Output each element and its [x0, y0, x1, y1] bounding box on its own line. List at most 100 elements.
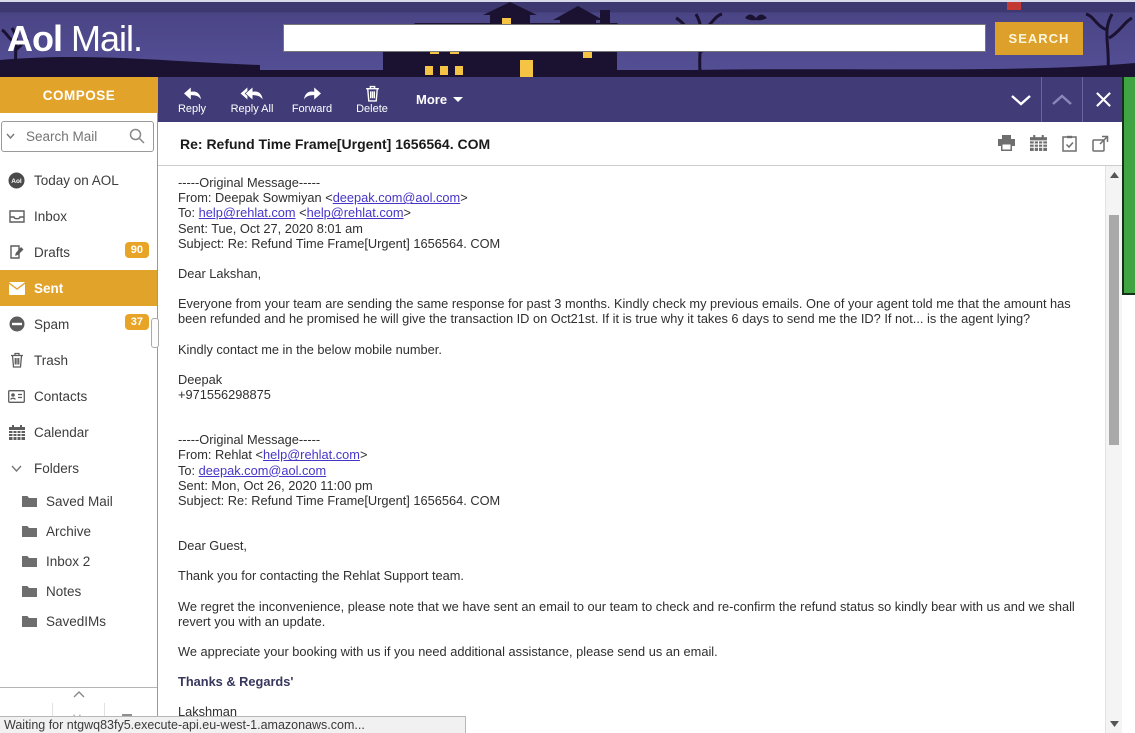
sidebar-folder-notes[interactable]: Notes	[0, 576, 157, 606]
search-icon[interactable]	[129, 128, 145, 144]
forward-label: Forward	[292, 103, 332, 115]
from-suffix: >	[460, 190, 467, 205]
reply-button[interactable]: Reply	[162, 77, 222, 122]
search-mail-input[interactable]	[24, 122, 128, 151]
sender-email-link[interactable]: help@rehlat.com	[263, 447, 360, 462]
sidebar-nav: Aol Today on AOL Inbox Drafts 90	[0, 162, 157, 636]
chevron-down-icon[interactable]	[6, 133, 15, 139]
scrollbar-down-arrow[interactable]	[1106, 717, 1123, 731]
forward-button[interactable]: Forward	[282, 77, 342, 122]
folder-label: Inbox 2	[46, 554, 90, 569]
sent-envelope-icon	[8, 280, 25, 297]
sidebar-item-spam[interactable]: Spam 37	[0, 306, 157, 342]
message-nav-controls	[1001, 77, 1123, 122]
sidebar-folder-savedims[interactable]: SavedIMs	[0, 606, 157, 636]
sent-line: Sent: Tue, Oct 27, 2020 8:01 am	[178, 221, 1086, 236]
sidebar-item-calendar[interactable]: Calendar	[0, 414, 157, 450]
contacts-icon	[8, 388, 25, 405]
print-icon[interactable]	[998, 135, 1015, 152]
compose-button[interactable]: COMPOSE	[0, 77, 158, 113]
body-paragraph: We appreciate your booking with us if yo…	[178, 644, 1086, 659]
banner-search-input[interactable]	[283, 24, 986, 52]
recipient-email-link[interactable]: help@rehlat.com	[199, 205, 296, 220]
reply-all-label: Reply All	[231, 103, 274, 115]
sidebar-item-label: Drafts	[34, 245, 70, 260]
caret-down-icon	[453, 97, 463, 102]
open-in-new-window-icon[interactable]	[1092, 135, 1109, 152]
to-prefix: To:	[178, 205, 199, 220]
delete-button[interactable]: Delete	[342, 77, 402, 122]
calendar-icon[interactable]	[1030, 135, 1047, 152]
inbox-icon	[8, 208, 25, 225]
more-label: More	[416, 92, 447, 107]
reply-label: Reply	[178, 103, 206, 115]
reply-all-button[interactable]: Reply All	[222, 77, 282, 122]
signature-phone: +971556298875	[178, 387, 1086, 402]
previous-message-chevron-up-button[interactable]	[1042, 77, 1082, 122]
folders-section-label: Folders	[34, 461, 79, 476]
sidebar: COMPOSE Aol Today on AOL Inbox	[0, 77, 158, 733]
to-line: To: deepak.com@aol.com	[178, 463, 1086, 478]
body-paragraph: Everyone from your team are sending the …	[178, 296, 1086, 326]
signature-name: Deepak	[178, 372, 1086, 387]
sidebar-item-contacts[interactable]: Contacts	[0, 378, 157, 414]
next-message-chevron-down-button[interactable]	[1001, 77, 1041, 122]
folder-label: SavedIMs	[46, 614, 106, 629]
body-paragraph: Kindly contact me in the below mobile nu…	[178, 342, 1086, 357]
task-clipboard-check-icon[interactable]	[1062, 135, 1077, 152]
sent-line: Sent: Mon, Oct 26, 2020 11:00 pm	[178, 478, 1086, 493]
banner-search-button[interactable]: SEARCH	[995, 22, 1083, 55]
closing-line: Thanks & Regards'	[178, 674, 1086, 689]
sidebar-item-label: Inbox	[34, 209, 67, 224]
sidebar-item-label: Contacts	[34, 389, 87, 404]
sidebar-item-trash[interactable]: Trash	[0, 342, 157, 378]
subject-line: Subject: Re: Refund Time Frame[Urgent] 1…	[178, 493, 1086, 508]
browser-status-tooltip: Waiting for ntgwq83fy5.execute-api.eu-we…	[0, 716, 466, 733]
quoted-message-2: -----Original Message----- From: Rehlat …	[178, 432, 1086, 719]
logo-mail-text: Mail.	[71, 18, 142, 59]
delete-label: Delete	[356, 103, 388, 115]
sidebar-scrollbar-thumb[interactable]	[151, 318, 159, 348]
folder-icon	[22, 585, 37, 598]
collapse-chevron-up-icon[interactable]	[0, 691, 157, 703]
message-scrollbar[interactable]	[1105, 166, 1122, 733]
sidebar-folder-inbox-2[interactable]: Inbox 2	[0, 546, 157, 576]
sidebar-folder-archive[interactable]: Archive	[0, 516, 157, 546]
reply-all-icon	[240, 85, 265, 102]
sidebar-item-today-on-aol[interactable]: Aol Today on AOL	[0, 162, 157, 198]
sidebar-item-label: Spam	[34, 317, 69, 332]
scrollbar-thumb[interactable]	[1109, 215, 1119, 445]
body-paragraph: We regret the inconvenience, please note…	[178, 599, 1086, 629]
message-action-icons	[998, 135, 1109, 152]
drafts-count-badge: 90	[125, 242, 149, 258]
from-line: From: Rehlat <help@rehlat.com>	[178, 447, 1086, 462]
sidebar-search-box[interactable]	[1, 121, 154, 152]
aol-mail-app: Aol Mail. SEARCH COMPOSE Aol Today on AO…	[0, 0, 1135, 733]
sidebar-item-label: Today on AOL	[34, 173, 119, 188]
sidebar-item-sent[interactable]: Sent	[0, 270, 157, 306]
folder-icon	[22, 525, 37, 538]
trash-icon	[365, 85, 380, 102]
sidebar-item-drafts[interactable]: Drafts 90	[0, 234, 157, 270]
message-header-row: Re: Refund Time Frame[Urgent] 1656564. C…	[158, 122, 1135, 166]
recipient-email-link[interactable]: deepak.com@aol.com	[199, 463, 327, 478]
to-line: To: help@rehlat.com <help@rehlat.com>	[178, 205, 1086, 220]
aol-circle-icon: Aol	[8, 172, 25, 189]
sidebar-item-label: Calendar	[34, 425, 89, 440]
banner-red-mark	[1007, 2, 1021, 10]
to-prefix: To:	[178, 463, 199, 478]
top-banner: Aol Mail. SEARCH	[0, 0, 1135, 77]
sender-email-link[interactable]: deepak.com@aol.com	[333, 190, 461, 205]
more-menu-button[interactable]: More	[416, 92, 463, 107]
sidebar-item-inbox[interactable]: Inbox	[0, 198, 157, 234]
sidebar-item-folders[interactable]: Folders	[0, 450, 157, 486]
subject-line: Subject: Re: Refund Time Frame[Urgent] 1…	[178, 236, 1086, 251]
calendar-icon	[8, 424, 25, 441]
scrollbar-up-arrow[interactable]	[1106, 168, 1123, 182]
green-extension-strip	[1122, 77, 1135, 295]
original-message-separator: -----Original Message-----	[178, 175, 1086, 190]
close-message-button[interactable]	[1083, 77, 1123, 122]
recipient-email-link[interactable]: help@rehlat.com	[307, 205, 404, 220]
sidebar-folder-saved-mail[interactable]: Saved Mail	[0, 486, 157, 516]
salutation: Dear Lakshan,	[178, 266, 1086, 281]
